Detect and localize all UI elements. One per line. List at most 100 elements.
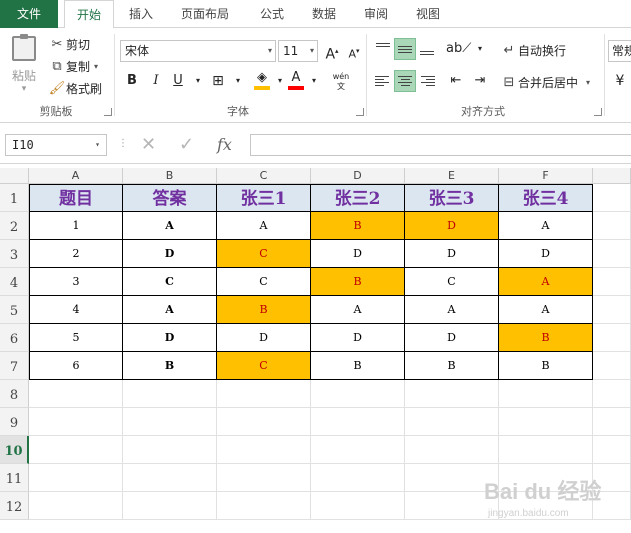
cell-filler[interactable] bbox=[593, 268, 631, 296]
cell-b12[interactable] bbox=[123, 492, 217, 520]
borders-icon[interactable]: ⊞ bbox=[208, 70, 228, 92]
cell-a6[interactable]: 5 bbox=[29, 324, 123, 352]
cell-e7[interactable]: B bbox=[405, 352, 499, 380]
cell-c11[interactable] bbox=[217, 464, 311, 492]
row-header-5[interactable]: 5 bbox=[0, 296, 29, 324]
cell-f9[interactable] bbox=[499, 408, 593, 436]
cell-c10[interactable] bbox=[217, 436, 311, 464]
align-center-icon[interactable] bbox=[394, 70, 416, 92]
cell-d6[interactable]: D bbox=[311, 324, 405, 352]
bold-button[interactable]: B bbox=[122, 70, 142, 92]
cell-f6[interactable]: B bbox=[499, 324, 593, 352]
cut-button[interactable]: ✂ 剪切 bbox=[48, 34, 90, 54]
column-header-d[interactable]: D bbox=[311, 168, 405, 184]
font-launcher-icon[interactable] bbox=[356, 108, 364, 116]
tab-data[interactable]: 数据 bbox=[302, 0, 346, 28]
cell-e3[interactable]: D bbox=[405, 240, 499, 268]
align-top-icon[interactable] bbox=[372, 38, 394, 60]
cell-a11[interactable] bbox=[29, 464, 123, 492]
cell-b2[interactable]: A bbox=[123, 212, 217, 240]
row-header-1[interactable]: 1 bbox=[0, 184, 29, 212]
tab-review[interactable]: 审阅 bbox=[354, 0, 398, 28]
cell-d7[interactable]: B bbox=[311, 352, 405, 380]
currency-icon[interactable]: ¥ bbox=[610, 70, 630, 92]
fill-color-button[interactable]: ◈ bbox=[252, 70, 272, 92]
cell-f5[interactable]: A bbox=[499, 296, 593, 324]
tab-view[interactable]: 视图 bbox=[406, 0, 450, 28]
cell-a3[interactable]: 2 bbox=[29, 240, 123, 268]
column-header-a[interactable]: A bbox=[29, 168, 123, 184]
merge-center-button[interactable]: ⊟ 合并后居中 ▾ bbox=[500, 72, 590, 92]
cell-c3[interactable]: C bbox=[217, 240, 311, 268]
row-header-8[interactable]: 8 bbox=[0, 380, 29, 408]
align-right-icon[interactable] bbox=[416, 70, 438, 92]
increase-indent-icon[interactable]: ⇥ bbox=[470, 70, 490, 92]
phonetic-guide-button[interactable]: wén 文 bbox=[328, 72, 354, 94]
cell-e2[interactable]: D bbox=[405, 212, 499, 240]
select-all-corner[interactable] bbox=[0, 168, 29, 184]
insert-function-icon[interactable]: fx bbox=[217, 134, 232, 156]
cell-c7[interactable]: C bbox=[217, 352, 311, 380]
font-color-button[interactable]: A bbox=[286, 70, 306, 92]
cell-f4[interactable]: A bbox=[499, 268, 593, 296]
cell-e8[interactable] bbox=[405, 380, 499, 408]
cell-a10[interactable] bbox=[29, 436, 123, 464]
cell-b7[interactable]: B bbox=[123, 352, 217, 380]
cell-d5[interactable]: A bbox=[311, 296, 405, 324]
decrease-indent-icon[interactable]: ⇤ bbox=[446, 70, 466, 92]
cell-f2[interactable]: A bbox=[499, 212, 593, 240]
cell-c6[interactable]: D bbox=[217, 324, 311, 352]
cell-b10[interactable] bbox=[123, 436, 217, 464]
cell-d3[interactable]: D bbox=[311, 240, 405, 268]
paste-button[interactable]: 粘贴 ▾ bbox=[6, 34, 42, 94]
cell-e10[interactable] bbox=[405, 436, 499, 464]
cell-b4[interactable]: C bbox=[123, 268, 217, 296]
cell-a1[interactable]: 题目 bbox=[29, 184, 123, 212]
tab-file[interactable]: 文件 bbox=[0, 0, 58, 28]
row-header-11[interactable]: 11 bbox=[0, 464, 29, 492]
cancel-icon[interactable]: ✕ bbox=[141, 134, 156, 156]
cell-a5[interactable]: 4 bbox=[29, 296, 123, 324]
tab-insert[interactable]: 插入 bbox=[118, 0, 164, 28]
cell-f10[interactable] bbox=[499, 436, 593, 464]
wrap-text-button[interactable]: ↵ 自动换行 bbox=[500, 40, 566, 60]
row-header-9[interactable]: 9 bbox=[0, 408, 29, 436]
copy-button[interactable]: ⧉ 复制 ▾ bbox=[48, 56, 98, 76]
cell-e1[interactable]: 张三3 bbox=[405, 184, 499, 212]
clipboard-launcher-icon[interactable] bbox=[104, 108, 112, 116]
row-header-4[interactable]: 4 bbox=[0, 268, 29, 296]
cell-d1[interactable]: 张三2 bbox=[311, 184, 405, 212]
cell-d9[interactable] bbox=[311, 408, 405, 436]
row-header-12[interactable]: 12 bbox=[0, 492, 29, 520]
cell-filler[interactable] bbox=[593, 436, 631, 464]
cell-a2[interactable]: 1 bbox=[29, 212, 123, 240]
cell-b1[interactable]: 答案 bbox=[123, 184, 217, 212]
cell-e9[interactable] bbox=[405, 408, 499, 436]
cell-f8[interactable] bbox=[499, 380, 593, 408]
cell-f7[interactable]: B bbox=[499, 352, 593, 380]
row-header-2[interactable]: 2 bbox=[0, 212, 29, 240]
cell-d8[interactable] bbox=[311, 380, 405, 408]
cell-filler[interactable] bbox=[593, 296, 631, 324]
cell-a9[interactable] bbox=[29, 408, 123, 436]
format-painter-button[interactable]: 🖌 格式刷 bbox=[48, 78, 102, 98]
cell-filler[interactable] bbox=[593, 212, 631, 240]
column-header-b[interactable]: B bbox=[123, 168, 217, 184]
cell-b9[interactable] bbox=[123, 408, 217, 436]
cell-a8[interactable] bbox=[29, 380, 123, 408]
tab-home[interactable]: 开始 bbox=[64, 0, 114, 29]
chevron-down-icon[interactable]: ▾ bbox=[188, 70, 208, 92]
formula-input[interactable] bbox=[250, 134, 631, 156]
cell-b5[interactable]: A bbox=[123, 296, 217, 324]
cell-e4[interactable]: C bbox=[405, 268, 499, 296]
cell-f3[interactable]: D bbox=[499, 240, 593, 268]
cell-filler[interactable] bbox=[593, 184, 631, 212]
cell-filler[interactable] bbox=[593, 380, 631, 408]
cell-b3[interactable]: D bbox=[123, 240, 217, 268]
tab-formulas[interactable]: 公式 bbox=[250, 0, 294, 28]
name-box[interactable]: I10 ▾ bbox=[5, 134, 107, 156]
column-header-f[interactable]: F bbox=[499, 168, 593, 184]
cell-d10[interactable] bbox=[311, 436, 405, 464]
cell-filler[interactable] bbox=[593, 240, 631, 268]
cell-c4[interactable]: C bbox=[217, 268, 311, 296]
